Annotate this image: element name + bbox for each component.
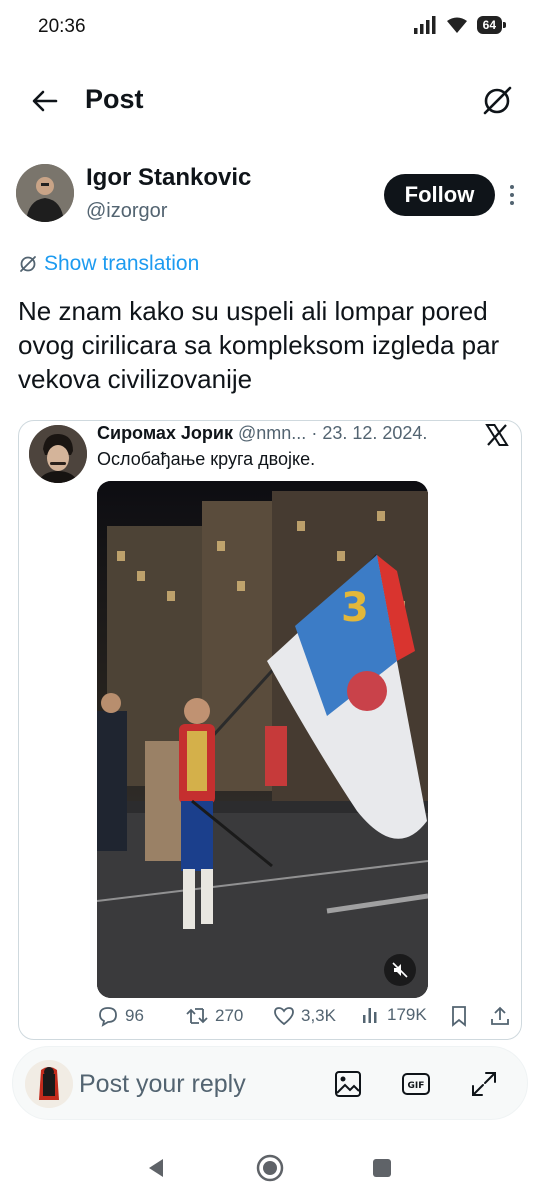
status-time: 20:36 [38, 16, 86, 37]
user-avatar[interactable] [25, 1060, 73, 1108]
reply-bar: GIF [12, 1046, 528, 1120]
reply-count: 96 [125, 1006, 144, 1025]
share-button[interactable] [489, 1005, 511, 1027]
mute-toggle[interactable] [384, 954, 416, 986]
expand-icon [472, 1072, 496, 1096]
author-handle[interactable]: @izorgor [86, 200, 167, 223]
quote-date: · 23. 12. 2024. [311, 423, 428, 443]
like-count: 3,3K [301, 1006, 336, 1025]
quoted-post[interactable]: Сиромах Јорик @nmn... · 23. 12. 2024. Ос… [18, 420, 522, 1040]
svg-text:3: 3 [341, 585, 369, 631]
nav-recents-button[interactable] [366, 1152, 398, 1184]
grok-icon [483, 86, 512, 115]
expand-composer-button[interactable] [467, 1067, 501, 1101]
repost-count: 270 [215, 1006, 244, 1025]
author-name[interactable]: Igor Stankovic [86, 164, 251, 192]
system-nav-bar [0, 1134, 540, 1200]
nav-back-button[interactable] [140, 1152, 172, 1184]
post-header: Post [0, 72, 540, 130]
views-action[interactable]: 179K [361, 1005, 427, 1025]
more-dot-icon [510, 185, 514, 189]
heart-icon [274, 1007, 294, 1026]
more-options-button[interactable] [504, 180, 520, 210]
add-gif-button[interactable]: GIF [399, 1067, 433, 1101]
post-actions: 96 270 3,3K 179K [19, 1005, 523, 1035]
quote-author-name[interactable]: Сиромах Јорик [97, 423, 233, 443]
image-icon [335, 1071, 361, 1097]
page-title: Post [85, 84, 144, 114]
nav-home-button[interactable] [254, 1152, 286, 1184]
share-icon [491, 1006, 509, 1025]
follow-button[interactable]: Follow [384, 174, 495, 216]
reply-action[interactable]: 96 [97, 1005, 144, 1027]
back-button[interactable] [30, 86, 60, 116]
home-circle-icon [256, 1154, 284, 1182]
arrow-left-icon [32, 90, 58, 112]
repost-icon [186, 1008, 208, 1024]
quote-video[interactable]: 3 [97, 481, 428, 998]
add-image-button[interactable] [331, 1067, 365, 1101]
triangle-back-icon [149, 1159, 163, 1177]
bookmark-button[interactable] [449, 1005, 469, 1027]
video-thumbnail: 3 [97, 481, 428, 998]
status-icons: 64 [413, 16, 507, 34]
volume-muted-icon [392, 962, 408, 978]
post-author: Igor Stankovic @izorgor Follow [16, 164, 526, 228]
battery-indicator: 64 [476, 16, 507, 34]
x-logo-icon [485, 423, 509, 447]
more-dot-icon [510, 201, 514, 205]
quote-text: Ослобађање круга двојке. [97, 449, 316, 469]
svg-text:GIF: GIF [408, 1081, 425, 1091]
show-translation-link[interactable]: Show translation [18, 252, 199, 276]
signal-icon [413, 16, 436, 34]
quote-author-avatar[interactable] [29, 425, 87, 483]
gif-icon: GIF [402, 1073, 430, 1095]
reply-input[interactable] [79, 1065, 309, 1103]
quote-meta: Сиромах Јорик @nmn... · 23. 12. 2024. [97, 423, 427, 444]
grok-translate-icon [20, 256, 36, 272]
post-text: Ne znam kako su uspeli ali lompar pored … [18, 296, 500, 394]
view-count: 179K [387, 1005, 427, 1024]
bookmark-icon [452, 1006, 466, 1027]
status-bar: 20:36 64 [0, 0, 540, 56]
wifi-icon [446, 17, 467, 33]
repost-action[interactable]: 270 [185, 1005, 243, 1027]
views-icon [363, 1008, 377, 1023]
grok-button[interactable] [480, 84, 514, 118]
reply-icon [99, 1007, 117, 1027]
like-action[interactable]: 3,3K [273, 1005, 336, 1027]
more-dot-icon [510, 193, 514, 197]
square-recents-icon [373, 1159, 391, 1177]
quote-author-handle[interactable]: @nmn... [238, 423, 306, 443]
show-translation-label[interactable]: Show translation [44, 252, 199, 276]
author-avatar[interactable] [16, 164, 74, 222]
